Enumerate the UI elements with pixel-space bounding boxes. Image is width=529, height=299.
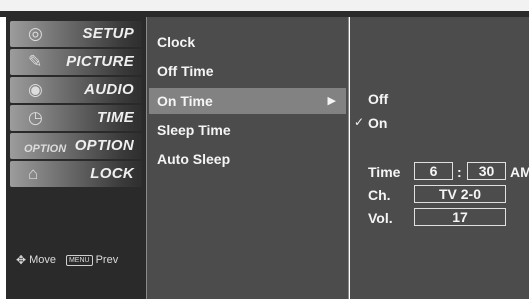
category-lock[interactable]: ⌂ LOCK	[10, 161, 142, 187]
menu-item-clock[interactable]: Clock	[149, 29, 346, 55]
category-audio[interactable]: ◉ AUDIO	[10, 77, 142, 103]
palette-icon: ✎	[28, 52, 43, 71]
volume-label: Vol.	[368, 210, 393, 226]
prev-label: Prev	[95, 254, 119, 266]
category-setup[interactable]: ◎ SETUP	[10, 21, 142, 47]
menu-item-label: Auto Sleep	[157, 151, 231, 167]
menu-item-label: Clock	[157, 34, 196, 50]
menu-item-label: Off Time	[157, 63, 214, 79]
navigation-hint: ✥ Move MENU Prev	[16, 253, 118, 267]
on-time-panel	[350, 17, 529, 299]
move-arrows-icon: ✥	[16, 253, 27, 267]
category-label: OPTION	[74, 137, 134, 154]
category-time[interactable]: ◷ TIME	[10, 105, 142, 131]
channel-label: Ch.	[368, 187, 391, 203]
option-off[interactable]: Off	[368, 91, 388, 107]
channel-field[interactable]: TV 2-0	[414, 185, 506, 203]
time-colon: :	[457, 164, 462, 180]
menu-item-off-time[interactable]: Off Time	[149, 58, 346, 84]
cd-disc-icon: ◉	[28, 80, 43, 99]
menu-item-on-time[interactable]: On Time ▶	[149, 88, 346, 114]
check-icon: ✓	[354, 115, 365, 129]
right-arrow-icon: ▶	[327, 95, 336, 107]
option-on[interactable]: On	[368, 115, 387, 131]
tv-osd-menu: ◎ SETUP ✎ PICTURE ◉ AUDIO ◷ TIME OPTION …	[0, 0, 529, 299]
ampm-field[interactable]: AM	[510, 164, 529, 180]
volume-field[interactable]: 17	[414, 208, 506, 226]
menu-item-sleep-time[interactable]: Sleep Time	[149, 117, 346, 143]
category-label: LOCK	[90, 165, 134, 182]
menu-item-label: Sleep Time	[157, 122, 231, 138]
menu-item-label: On Time	[157, 93, 213, 109]
minute-field[interactable]: 30	[467, 162, 506, 180]
category-option[interactable]: OPTION OPTION	[10, 133, 142, 159]
option-badge-icon: OPTION	[24, 143, 67, 155]
menu-key-icon: MENU	[65, 254, 93, 266]
category-label: AUDIO	[84, 81, 134, 98]
menu-item-auto-sleep[interactable]: Auto Sleep	[149, 146, 346, 172]
category-label: SETUP	[82, 25, 134, 42]
padlock-icon: ⌂	[28, 164, 39, 183]
time-submenu: Clock Off Time On Time ▶ Sleep Time Auto…	[146, 17, 349, 299]
move-label: Move	[29, 254, 56, 266]
time-label: Time	[368, 164, 401, 180]
category-picture[interactable]: ✎ PICTURE	[10, 49, 142, 75]
category-label: PICTURE	[66, 53, 134, 70]
satellite-dish-icon: ◎	[28, 24, 43, 43]
hour-field[interactable]: 6	[414, 162, 453, 180]
category-label: TIME	[96, 109, 134, 126]
clock-icon: ◷	[28, 108, 43, 127]
